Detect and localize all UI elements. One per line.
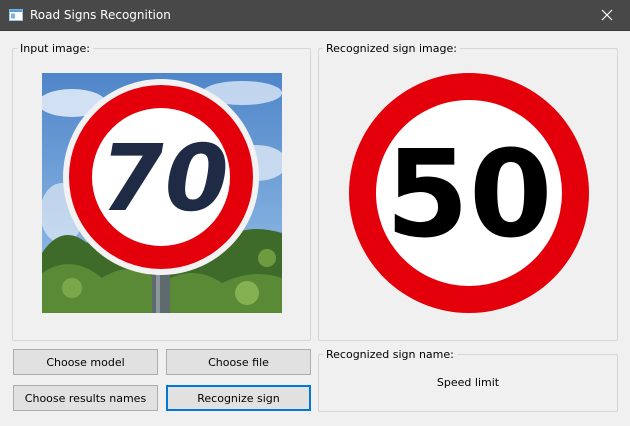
- recognized-image-label: Recognized sign image:: [323, 42, 460, 55]
- recognize-sign-button[interactable]: Recognize sign: [166, 385, 311, 411]
- app-window-icon: [9, 9, 23, 21]
- close-icon: [601, 9, 613, 21]
- choose-results-names-button[interactable]: Choose results names: [13, 385, 158, 411]
- recognized-name-group: Recognized sign name: Speed limit: [318, 348, 618, 412]
- main-window: Input image: 70 Recognized sign image: 5…: [0, 31, 630, 426]
- close-button[interactable]: [584, 0, 630, 31]
- input-image-group: Input image: 70: [12, 42, 311, 341]
- recognized-sign-image: 50: [349, 73, 589, 313]
- choose-file-button[interactable]: Choose file: [166, 349, 311, 375]
- choose-model-button[interactable]: Choose model: [13, 349, 158, 375]
- window-title: Road Signs Recognition: [30, 8, 171, 22]
- recognized-sign-name: Speed limit: [436, 376, 500, 389]
- input-sign-number: 70: [91, 125, 238, 232]
- input-image-label: Input image:: [17, 42, 93, 55]
- title-bar: Road Signs Recognition: [0, 0, 630, 31]
- recognized-sign-number: 50: [386, 126, 553, 265]
- input-image: 70: [42, 73, 282, 313]
- recognized-image-group: Recognized sign image: 50: [318, 42, 618, 341]
- recognized-name-label: Recognized sign name:: [323, 348, 457, 361]
